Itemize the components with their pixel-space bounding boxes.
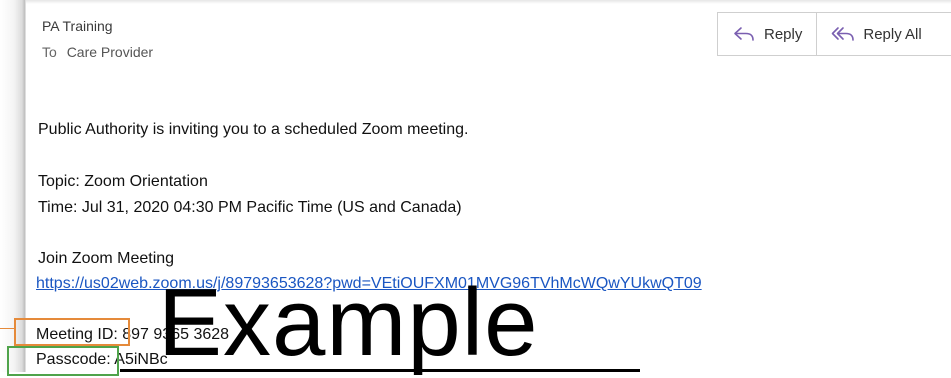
meeting-topic: Topic: Zoom Orientation: [38, 173, 208, 190]
reply-all-icon: [832, 27, 855, 41]
reply-button[interactable]: Reply: [718, 13, 816, 55]
reply-button-group: Reply Reply All: [717, 12, 951, 56]
sender-name[interactable]: PA Training: [42, 17, 153, 35]
meeting-id-pointer: [0, 328, 14, 329]
recipient-name[interactable]: Care Provider: [67, 44, 153, 60]
join-heading: Join Zoom Meeting: [38, 250, 175, 267]
window-top-shadow: [26, 0, 951, 4]
window-shadow: [0, 0, 26, 372]
meeting-id-highlight: [14, 318, 130, 346]
reply-label: Reply: [764, 25, 803, 43]
to-label: To: [42, 44, 57, 60]
invitation-intro: Public Authority is inviting you to a sc…: [38, 121, 469, 138]
reply-icon: [734, 27, 754, 41]
example-watermark: Example: [158, 269, 539, 376]
recipient-line: To Care Provider: [42, 43, 153, 61]
reply-all-label: Reply All: [863, 25, 922, 43]
reply-all-button[interactable]: Reply All: [816, 13, 935, 55]
meeting-time: Time: Jul 31, 2020 04:30 PM Pacific Time…: [38, 199, 462, 216]
email-header: PA Training To Care Provider: [42, 17, 153, 61]
